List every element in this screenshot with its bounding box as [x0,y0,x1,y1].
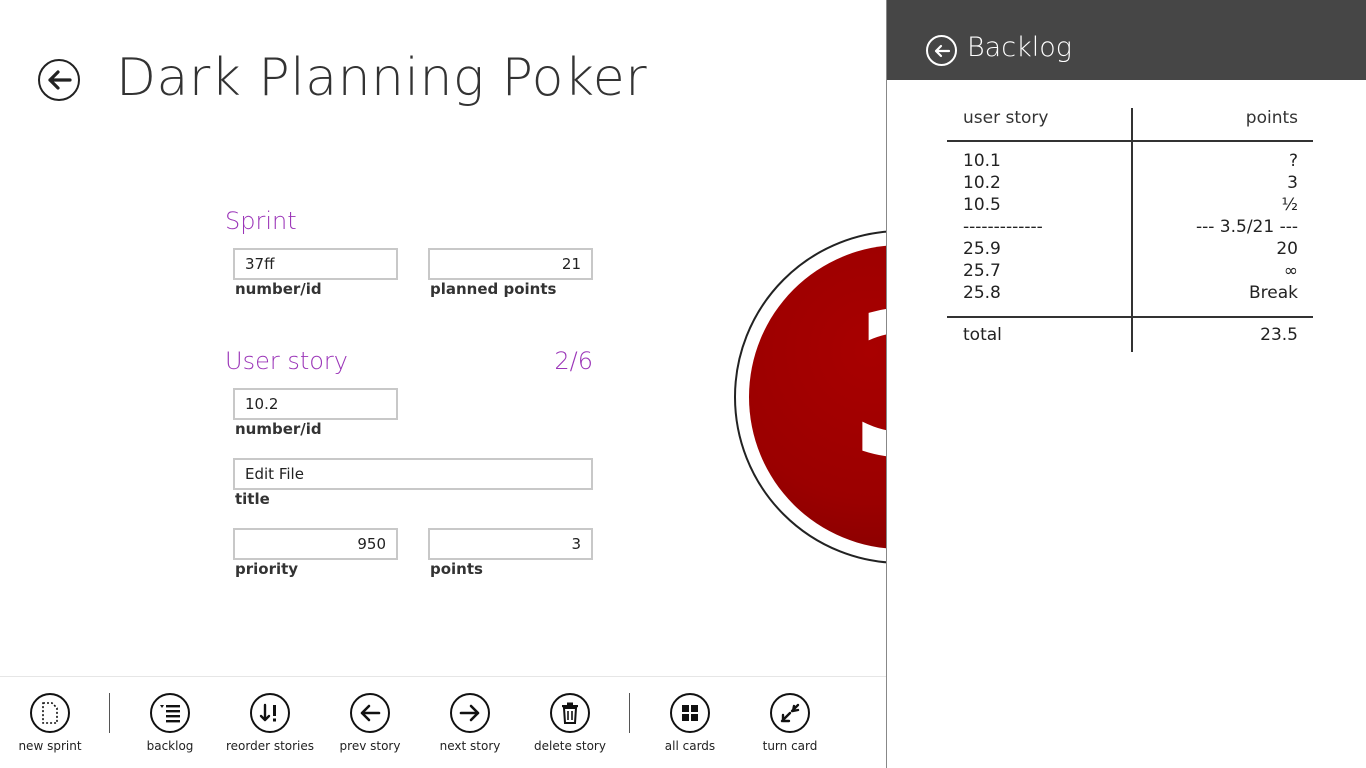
backlog-panel: Backlog user story points 10.1 ? 10.2 3 … [886,0,1366,768]
backlog-title: Backlog [967,32,1072,63]
row-story: 10.1 [963,151,1001,171]
table-row[interactable]: 10.5 ½ [947,195,1313,217]
grid-icon [682,705,698,721]
total-divider [947,316,1313,318]
back-button[interactable] [38,59,80,101]
total-label: total [963,325,1002,345]
row-story: 10.2 [963,173,1001,193]
delete-story-button[interactable]: delete story [520,693,620,753]
arrow-left-icon [48,70,72,90]
priority-label: priority [235,560,299,578]
priority-field[interactable]: 950 [233,528,398,560]
next-story-button[interactable]: next story [420,693,520,753]
new-sprint-button[interactable]: new sprint [0,693,100,753]
row-story: 25.7 [963,261,1001,281]
trash-icon [562,702,578,724]
row-story: 25.8 [963,283,1001,303]
new-sprint-label: new sprint [18,739,82,753]
total-row: total 23.5 [947,325,1313,347]
backlog-label: backlog [146,739,194,753]
story-title-field[interactable]: Edit File [233,458,593,490]
table-row[interactable]: 10.1 ? [947,151,1313,173]
arrow-left-icon [360,704,381,722]
sprint-number-field[interactable]: 37ff [233,248,398,280]
sprint-separator-row: ------------- --- 3.5/21 --- [947,217,1313,239]
new-page-icon [42,702,58,724]
row-story: 25.9 [963,239,1001,259]
arrow-right-icon [459,704,480,722]
story-number-field[interactable]: 10.2 [233,388,398,420]
planned-points-label: planned points [430,280,557,298]
row-points: --- 3.5/21 --- [1195,217,1298,237]
row-story: 10.5 [963,195,1001,215]
row-points: ∞ [1283,261,1298,281]
arrow-left-icon [934,44,950,57]
header-divider [947,140,1313,142]
delete-story-label: delete story [534,739,606,753]
table-row[interactable]: 25.7 ∞ [947,261,1313,283]
row-points: ½ [1281,195,1298,215]
planned-points-field[interactable]: 21 [428,248,593,280]
points-label: points [430,560,483,578]
row-points: 20 [1276,239,1298,259]
reorder-stories-button[interactable]: reorder stories [220,693,320,753]
all-cards-button[interactable]: all cards [640,693,740,753]
app-bar: new sprint backlog reorder stories prev … [0,676,887,768]
row-points: 3 [1287,173,1298,193]
prev-story-button[interactable]: prev story [320,693,420,753]
row-points: Break [1249,283,1298,303]
list-icon [160,705,180,723]
table-row[interactable]: 25.9 20 [947,239,1313,261]
sprint-heading: Sprint [225,207,297,235]
user-story-heading: User story [225,347,348,375]
prev-story-label: prev story [339,739,401,753]
table-row[interactable]: 25.8 Break [947,283,1313,305]
story-number-label: number/id [235,420,322,438]
turn-card-button[interactable]: turn card [740,693,840,753]
backlog-button[interactable]: backlog [120,693,220,753]
column-header-points: points [1245,108,1298,128]
separator [629,693,630,733]
story-counter: 2/6 [554,347,593,375]
total-value: 23.5 [1260,325,1298,345]
sort-icon [259,703,276,722]
page-title: Dark Planning Poker [116,48,648,108]
points-field[interactable]: 3 [428,528,593,560]
next-story-label: next story [439,739,501,753]
turn-card-label: turn card [762,739,818,753]
column-header-story: user story [963,108,1049,128]
row-story: ------------- [963,217,1043,237]
reorder-stories-label: reorder stories [225,739,315,753]
separator [109,693,110,733]
sprint-number-label: number/id [235,280,322,298]
story-title-label: title [235,490,270,508]
backlog-back-button[interactable] [926,35,957,66]
flip-icon [780,703,800,723]
table-row[interactable]: 10.2 3 [947,173,1313,195]
all-cards-label: all cards [664,739,716,753]
row-points: ? [1288,151,1298,171]
backlog-panel-header: Backlog [887,0,1366,80]
